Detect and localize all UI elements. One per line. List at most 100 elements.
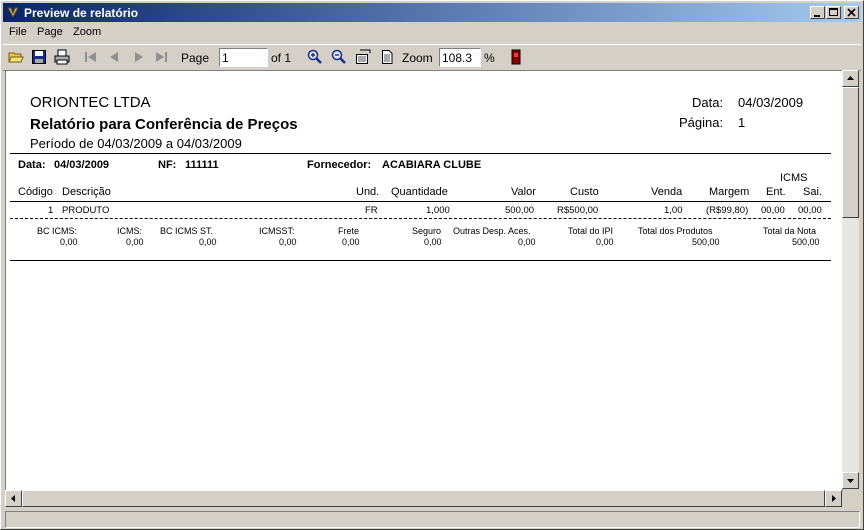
info-date-label: Data: <box>18 159 46 171</box>
total-seguro-value: 0,00 <box>424 237 442 247</box>
menu-zoom[interactable]: Zoom <box>73 26 101 38</box>
total-bc-icms-st-value: 0,00 <box>199 237 217 247</box>
col-quantidade: Quantidade <box>391 186 448 198</box>
col-ent: Ent. <box>766 186 786 198</box>
row-descricao: PRODUTO <box>62 205 110 216</box>
horizontal-scroll-thumb[interactable] <box>22 490 825 507</box>
open-folder-icon[interactable] <box>8 49 24 65</box>
header-page-label: Página: <box>679 115 724 130</box>
scroll-down-icon <box>847 479 854 483</box>
horizontal-scrollbar[interactable] <box>5 490 842 507</box>
total-produtos-value: 500,00 <box>692 237 720 247</box>
total-bc-icms-label: BC ICMS: <box>37 226 78 236</box>
total-bc-icms-st-label: BC ICMS ST. <box>160 226 214 236</box>
row-valor: 500,00 <box>505 205 535 216</box>
total-icms-st-value: 0,00 <box>279 237 297 247</box>
previous-page-icon[interactable] <box>106 49 122 65</box>
maximize-button[interactable] <box>826 6 841 19</box>
maximize-icon <box>829 8 838 16</box>
report-period: Período de 04/03/2009 a 04/03/2009 <box>30 136 242 151</box>
status-bar <box>3 509 861 528</box>
first-page-icon[interactable] <box>83 49 99 65</box>
total-bc-icms-value: 0,00 <box>60 237 78 247</box>
report-page: ORIONTEC LTDA Relatório para Conferência… <box>5 70 843 491</box>
info-date-value: 04/03/2009 <box>54 159 110 171</box>
scroll-right-icon <box>832 495 836 502</box>
menu-page[interactable]: Page <box>37 26 63 38</box>
total-ipi-label: Total do IPI <box>568 226 614 236</box>
page-count-label: of 1 <box>271 51 292 65</box>
row-ent: 00,00 <box>761 205 785 216</box>
zoom-out-icon[interactable] <box>331 49 347 65</box>
col-custo: Custo <box>570 186 599 198</box>
status-pane <box>5 511 860 528</box>
total-produtos-label: Total dos Produtos <box>638 226 713 236</box>
window-title: Preview de relatório <box>24 6 139 20</box>
total-nota-label: Total da Nota <box>763 226 817 236</box>
col-margem: Margem <box>709 186 750 198</box>
row-margem: (R$99,80) <box>706 205 749 216</box>
fit-width-icon[interactable] <box>355 49 371 65</box>
header-page-value: 1 <box>738 115 746 130</box>
row-venda: 1,00 <box>664 205 683 216</box>
page-label: Page <box>181 51 210 65</box>
fit-page-icon[interactable] <box>379 49 395 65</box>
scroll-up-icon <box>847 76 854 80</box>
zoom-in-icon[interactable] <box>307 49 323 65</box>
report-preview-window: Preview de relatório File Page Zoom Page… <box>0 0 864 530</box>
save-icon[interactable] <box>31 49 47 65</box>
total-icms-value: 0,00 <box>126 237 144 247</box>
print-icon[interactable] <box>54 49 70 65</box>
page-number-input[interactable] <box>219 48 268 67</box>
scroll-left-icon <box>11 495 15 502</box>
report-title: Relatório para Conferência de Preços <box>30 116 298 133</box>
totals-divider <box>10 260 831 261</box>
row-codigo: 1 <box>48 205 54 216</box>
next-page-icon[interactable] <box>131 49 147 65</box>
vertical-scrollbar[interactable] <box>842 70 859 489</box>
total-icms-label: ICMS: <box>117 226 143 236</box>
col-descricao: Descrição <box>62 186 111 198</box>
col-venda: Venda <box>651 186 683 198</box>
title-bar: Preview de relatório <box>3 3 861 22</box>
col-und: Und. <box>356 186 380 198</box>
info-nf-label: NF: <box>158 159 177 171</box>
zoom-percent-label: % <box>484 51 495 65</box>
col-codigo: Código <box>18 186 53 198</box>
info-fornecedor-value: ACABIARA CLUBE <box>382 159 482 171</box>
row-und: FR <box>365 205 378 216</box>
minimize-button[interactable] <box>810 6 825 19</box>
total-outras-value: 0,00 <box>518 237 536 247</box>
scroll-left-button[interactable] <box>5 490 22 507</box>
total-frete-label: Frete <box>338 226 360 236</box>
app-icon <box>7 7 19 19</box>
total-nota-value: 500,00 <box>792 237 820 247</box>
col-valor: Valor <box>511 186 536 198</box>
scroll-up-button[interactable] <box>842 70 859 87</box>
close-button[interactable] <box>844 6 859 19</box>
total-frete-value: 0,00 <box>342 237 360 247</box>
zoom-label: Zoom <box>402 51 433 65</box>
col-sai: Sai. <box>803 186 822 198</box>
total-outras-label: Outras Desp. Aces. <box>453 226 531 236</box>
info-fornecedor-label: Fornecedor: <box>307 159 372 171</box>
columns-divider <box>10 201 831 202</box>
total-ipi-value: 0,00 <box>596 237 614 247</box>
scroll-down-button[interactable] <box>842 472 859 489</box>
row-custo: R$500,00 <box>557 205 599 216</box>
last-page-icon[interactable] <box>153 49 169 65</box>
scroll-right-button[interactable] <box>825 490 842 507</box>
header-divider <box>10 153 831 154</box>
row-quantidade: 1,000 <box>426 205 450 216</box>
company-name: ORIONTEC LTDA <box>30 94 151 111</box>
row-sai: 00,00 <box>798 205 822 216</box>
menu-file[interactable]: File <box>9 26 27 38</box>
vertical-scroll-thumb[interactable] <box>842 87 859 218</box>
header-date-value: 04/03/2009 <box>738 95 804 110</box>
minimize-icon <box>814 15 820 17</box>
total-icms-st-label: ICMSST: <box>259 226 295 236</box>
info-nf-value: 111111 <box>185 159 219 171</box>
exit-door-icon[interactable] <box>508 49 524 65</box>
zoom-input[interactable] <box>439 48 481 67</box>
menu-bar: File Page Zoom <box>3 24 861 42</box>
